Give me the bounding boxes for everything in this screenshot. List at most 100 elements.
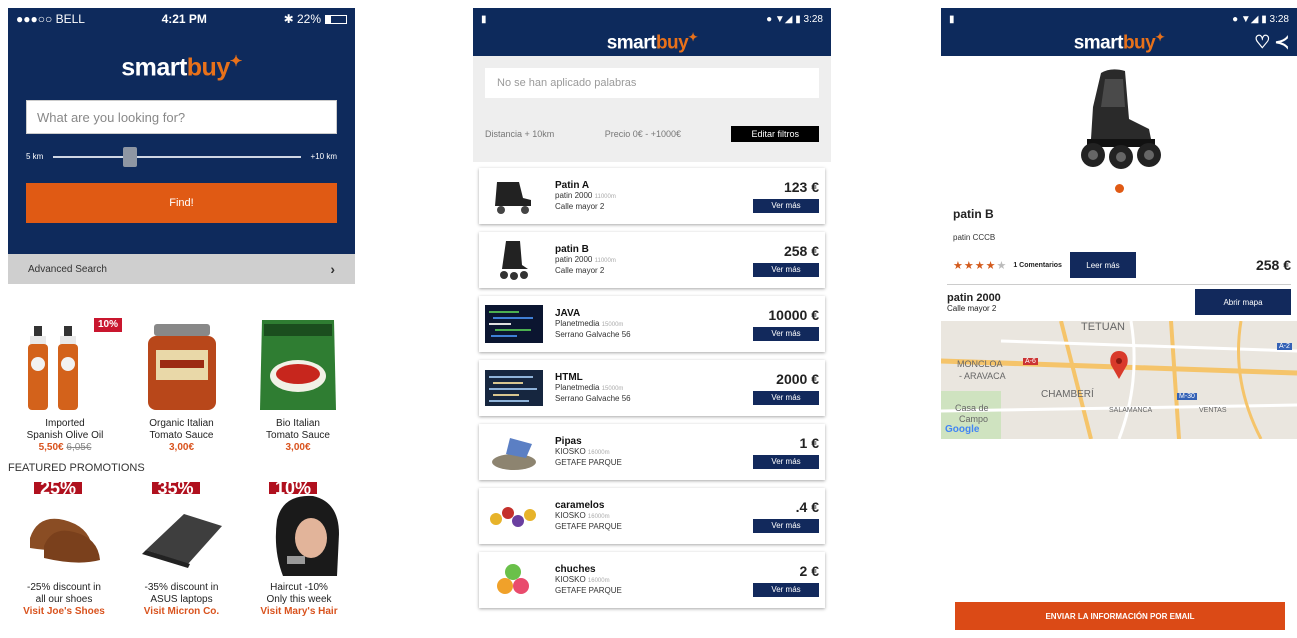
promo-line2: all our shoes xyxy=(35,594,93,605)
logo-part-smart: smart xyxy=(1073,32,1124,54)
promo-card[interactable]: 25% -25% discount in all our shoes Visit … xyxy=(8,479,120,618)
item-store: KIOSKO xyxy=(555,446,586,456)
item-info: Pipas KIOSKO 16000m GETAFE PARQUE xyxy=(555,436,739,468)
map-label: VENTAS xyxy=(1199,407,1227,414)
item-store-line: Planetmedia 15000m xyxy=(555,383,739,394)
list-item[interactable]: patin B patin 2000 11000m Calle mayor 2 … xyxy=(479,232,825,288)
item-title: chuches xyxy=(555,563,596,575)
open-map-button[interactable]: Abrir mapa xyxy=(1195,289,1291,315)
shop-info: patin 2000 Calle mayor 2 xyxy=(947,292,1001,313)
slider-thumb[interactable] xyxy=(122,146,137,167)
bluetooth-icon: ✱ xyxy=(283,12,297,26)
find-button[interactable]: Find! xyxy=(26,183,337,224)
android-detail-screen: ▮ ● ▼◢ ▮ 3:28 smartbuy✦ ♡ ≺ patin B pati… xyxy=(941,8,1297,638)
sd-card-icon: ▮ xyxy=(481,13,487,25)
map-label: MONCLOA xyxy=(957,359,1003,369)
app-header: smartbuy✦ ♡ ≺ xyxy=(941,30,1297,56)
status-bar: ▮ ● ▼◢ ▮ 3:28 xyxy=(473,8,831,30)
ver-mas-button[interactable]: Ver más xyxy=(753,518,819,533)
comments-count[interactable]: 1 Comentarios xyxy=(1013,262,1062,269)
list-item[interactable]: JAVA Planetmedia 15000m Serrano Galvache… xyxy=(479,296,825,352)
ver-mas-button[interactable]: Ver más xyxy=(753,390,819,405)
list-item[interactable]: Patin A patin 2000 11000m Calle mayor 2 … xyxy=(479,168,825,224)
item-distance: 15000m xyxy=(601,385,624,392)
battery-percent: 22% xyxy=(296,12,321,26)
item-distance: 11000m xyxy=(594,193,616,200)
ver-mas-button[interactable]: Ver más xyxy=(753,454,819,469)
search-input[interactable]: No se han aplicado palabras xyxy=(485,68,819,98)
product-price: 3,00€ xyxy=(168,442,195,453)
shop-name: patin 2000 xyxy=(947,291,1001,304)
list-item[interactable]: Pipas KIOSKO 16000m GETAFE PARQUE 1 € Ve… xyxy=(479,424,825,480)
item-actions: 10000 € Ver más xyxy=(739,307,819,341)
android-results-screen: ▮ ● ▼◢ ▮ 3:28 smartbuy✦ No se han aplica… xyxy=(473,8,831,638)
stars-filled: ★★★★ xyxy=(953,259,997,272)
map-label: - ARAVACA xyxy=(959,371,1006,381)
results-list: Patin A patin 2000 11000m Calle mayor 2 … xyxy=(473,162,831,608)
heart-icon[interactable]: ♡ xyxy=(1254,32,1270,52)
item-distance: 16000m xyxy=(587,513,610,520)
product-name: Bio Italian Tomato Sauce xyxy=(243,418,353,442)
clock: 3:28 xyxy=(1269,13,1289,25)
product-card[interactable]: Organic Italian Tomato Sauce 3,00€ xyxy=(127,314,237,454)
product-card[interactable]: Bio Italian Tomato Sauce 3,00€ xyxy=(243,314,353,454)
promo-link[interactable]: Visit Micron Co. xyxy=(126,606,238,618)
slider-max-label: +10 km xyxy=(310,152,337,162)
item-address: GETAFE PARQUE xyxy=(555,585,622,595)
item-price: 123 € xyxy=(783,179,819,195)
ver-mas-button[interactable]: Ver más xyxy=(753,326,819,341)
promo-card[interactable]: 35% -35% discount in ASUS laptops Visit M… xyxy=(126,479,238,618)
send-email-button[interactable]: ENVIAR LA INFORMACIÓN POR EMAIL xyxy=(955,602,1285,630)
search-text: No se han aplicado palabras xyxy=(497,77,637,89)
list-item[interactable]: HTML Planetmedia 15000m Serrano Galvache… xyxy=(479,360,825,416)
product-name-line1: Imported xyxy=(45,418,85,429)
location-map[interactable]: TETUAN MONCLOA - ARAVACA CHAMBERÍ SALAMA… xyxy=(941,321,1297,439)
product-name-line1: Bio Italian xyxy=(276,418,320,429)
product-card[interactable]: 10% Imported Spanish Olive Oil 5,50€ 6,05… xyxy=(10,314,122,454)
item-address: GETAFE PARQUE xyxy=(555,521,622,531)
list-item[interactable]: caramelos KIOSKO 16000m GETAFE PARQUE .4… xyxy=(479,488,825,544)
product-name-line2: Tomato Sauce xyxy=(149,430,214,441)
filters-row: Distancia + 10km Precio 0€ - +1000€ Edit… xyxy=(485,126,819,142)
map-label: SALAMANCA xyxy=(1109,407,1153,414)
carousel-indicator[interactable] xyxy=(1114,184,1124,193)
leer-mas-button[interactable]: Leer más xyxy=(1069,252,1136,278)
item-store-line: KIOSKO 16000m xyxy=(555,447,739,458)
ver-mas-button[interactable]: Ver más xyxy=(753,262,819,277)
status-bar: ●●●○○ BELL 4:21 PM ✱ 22% xyxy=(8,8,355,30)
sunflower-seeds-image xyxy=(485,431,543,473)
promo-card[interactable]: 10% Haircut -10% Only this week Visit Mar… xyxy=(243,479,355,618)
search-input[interactable]: What are you looking for? xyxy=(26,100,337,135)
item-actions: 123 € Ver más xyxy=(739,179,819,213)
product-title: patin B xyxy=(953,207,994,221)
ver-mas-button[interactable]: Ver más xyxy=(753,198,819,213)
distance-slider[interactable] xyxy=(53,146,301,167)
item-title: HTML xyxy=(555,371,583,383)
list-item[interactable]: chuches KIOSKO 16000m GETAFE PARQUE 2 € … xyxy=(479,552,825,608)
item-store: patin 2000 xyxy=(555,254,593,264)
product-price: 5,50€ 6,05€ xyxy=(10,442,120,454)
item-store-line: KIOSKO 16000m xyxy=(555,575,739,586)
edit-filters-button[interactable]: Editar filtros xyxy=(731,126,819,142)
item-actions: 1 € Ver más xyxy=(739,435,819,469)
item-distance: 16000m xyxy=(587,577,610,584)
promo-link[interactable]: Visit Joe's Shoes xyxy=(8,606,120,618)
price-current: 5,50€ xyxy=(38,442,64,453)
logo-star-icon: ✦ xyxy=(688,32,698,44)
promo-line2: Only this week xyxy=(266,594,332,605)
promo-link[interactable]: Visit Mary's Hair xyxy=(243,606,355,618)
item-store: Planetmedia xyxy=(555,318,600,328)
ver-mas-button[interactable]: Ver más xyxy=(753,582,819,597)
tomato-sauce-packet-image xyxy=(243,314,353,412)
advanced-search-row[interactable]: Advanced Search › xyxy=(8,254,355,284)
item-store: Planetmedia xyxy=(555,382,600,392)
item-title: patin B xyxy=(555,243,589,255)
item-address: Calle mayor 2 xyxy=(555,201,605,211)
product-name: Imported Spanish Olive Oil xyxy=(10,418,120,442)
logo-part-smart: smart xyxy=(121,53,187,82)
item-actions: 2 € Ver más xyxy=(739,563,819,597)
app-header: smartbuy✦ xyxy=(473,30,831,56)
share-icon[interactable]: ≺ xyxy=(1274,32,1289,52)
item-title: Patin A xyxy=(555,179,590,191)
promo-line1: -25% discount in xyxy=(27,582,101,593)
